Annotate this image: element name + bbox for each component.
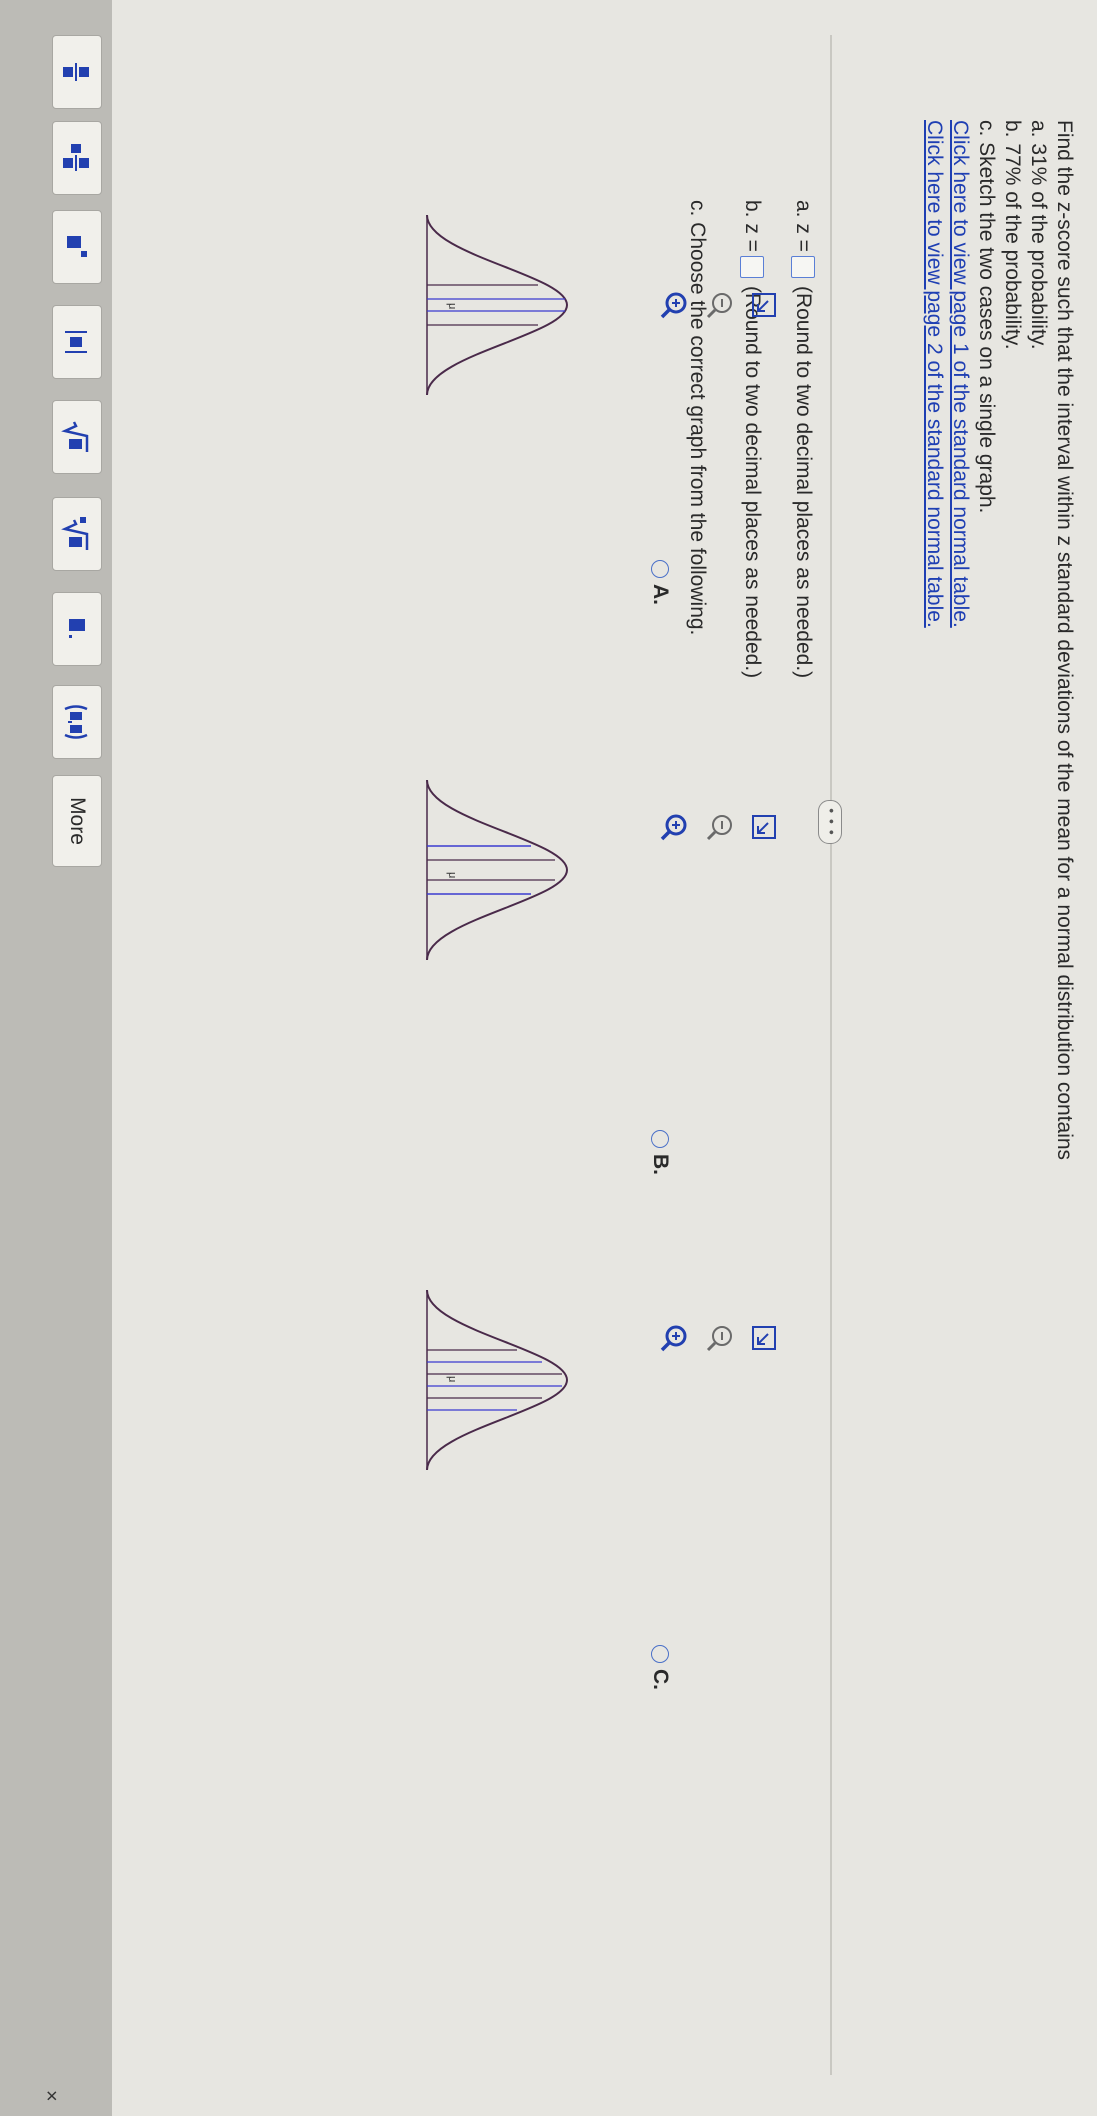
answer-b-row: b. z = (Round to two decimal places as ne… — [739, 200, 764, 679]
expand-icon[interactable] — [749, 1323, 779, 1353]
table-page-1-link[interactable]: Click here to view page 1 of the standar… — [947, 120, 973, 1160]
question-line-4: c. Sketch the two cases on a single grap… — [975, 120, 998, 514]
option-b-curve — [426, 780, 569, 960]
answer-a-hint: (Round to two decimal places as needed.) — [792, 285, 815, 679]
option-b[interactable]: B. — [648, 1130, 672, 1175]
option-c[interactable]: C. — [648, 1645, 672, 1690]
question-line-3: b. 77% of the probability. — [1001, 120, 1024, 350]
answer-c-prompt: c. Choose the correct graph from the fol… — [686, 200, 709, 636]
divider — [830, 35, 832, 2075]
zoom-out-icon[interactable] — [705, 1323, 735, 1353]
option-b-radio[interactable] — [650, 1130, 669, 1148]
option-c-label: C. — [649, 1669, 672, 1690]
ordered-pair-button[interactable] — [52, 685, 102, 759]
fraction-button[interactable] — [52, 35, 102, 109]
option-a-label: A. — [649, 584, 672, 605]
close-icon[interactable]: × — [39, 2090, 62, 2102]
option-a-mu: μ — [446, 303, 458, 309]
expand-handle[interactable]: • • • — [818, 800, 842, 844]
nth-root-button[interactable] — [52, 497, 102, 571]
answer-a-row: a. z = (Round to two decimal places as ne… — [790, 200, 815, 679]
question-text: Find the z-score such that the interval … — [921, 120, 1077, 1160]
expand-icon[interactable] — [749, 812, 779, 842]
ordered-pair-icon — [64, 705, 88, 739]
nth-root-icon — [60, 517, 88, 550]
answer-a-label: a. z = — [792, 200, 815, 252]
zoom-out-icon[interactable] — [705, 812, 735, 842]
zoom-in-icon[interactable] — [659, 1323, 689, 1353]
option-c-graph: μ — [426, 1290, 569, 1470]
zoom-in-icon[interactable] — [659, 290, 689, 320]
more-button[interactable]: More — [52, 775, 102, 867]
option-c-mu: μ — [446, 1376, 458, 1382]
table-page-2-link[interactable]: Click here to view page 2 of the standar… — [921, 120, 947, 1160]
absolute-value-icon — [64, 331, 87, 353]
zoom-in-icon[interactable] — [659, 812, 689, 842]
answer-b-hint: (Round to two decimal places as needed.) — [741, 285, 764, 679]
square-root-icon — [60, 421, 88, 452]
mixed-number-icon — [62, 144, 89, 171]
expand-icon[interactable] — [749, 290, 779, 320]
decimal-icon — [68, 619, 85, 638]
math-toolbar: More — [0, 0, 112, 2116]
zoom-out-icon[interactable] — [705, 290, 735, 320]
option-a-graph: μ — [426, 215, 569, 395]
question-line-1: Find the z-score such that the interval … — [1053, 120, 1076, 1161]
square-root-button[interactable] — [52, 400, 102, 474]
answer-a-input[interactable] — [790, 255, 815, 278]
fraction-icon — [62, 63, 89, 81]
option-a[interactable]: A. — [648, 560, 672, 605]
question-line-2: a. 31% of the probability. — [1027, 120, 1050, 350]
option-b-mu: μ — [446, 872, 458, 878]
answer-b-label: b. z = — [741, 200, 764, 252]
absolute-value-button[interactable] — [52, 305, 102, 379]
option-b-graph: μ — [426, 780, 569, 960]
decimal-button[interactable] — [52, 592, 102, 666]
option-c-radio[interactable] — [650, 1645, 669, 1663]
option-a-radio[interactable] — [650, 560, 669, 578]
option-b-label: B. — [649, 1154, 672, 1175]
exponent-button[interactable] — [52, 210, 102, 284]
exponent-icon — [66, 236, 87, 257]
mixed-number-button[interactable] — [52, 121, 102, 195]
answer-b-input[interactable] — [739, 255, 764, 278]
